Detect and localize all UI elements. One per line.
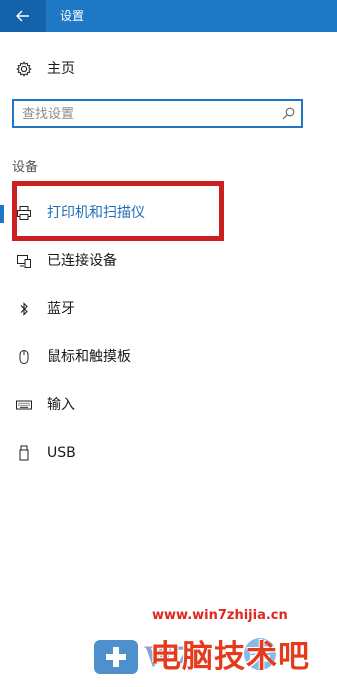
- nav-item-label: USB: [47, 445, 76, 461]
- usb-icon: [19, 445, 29, 461]
- home-link[interactable]: 主页: [0, 56, 337, 82]
- keyboard-icon: [16, 400, 32, 410]
- watermark-url: www.win7zhijia.cn: [152, 608, 288, 623]
- nav-item-label: 输入: [47, 397, 75, 413]
- nav-item-label: 鼠标和触摸板: [47, 349, 131, 365]
- gear-icon: [16, 61, 32, 77]
- back-button[interactable]: [0, 0, 46, 32]
- nav-item-bluetooth[interactable]: 蓝牙: [0, 294, 337, 324]
- nav-item-mouse-touchpad[interactable]: 鼠标和触摸板: [0, 342, 337, 372]
- nav-item-typing[interactable]: 输入: [0, 390, 337, 420]
- search-input[interactable]: [22, 105, 272, 123]
- home-label: 主页: [47, 61, 75, 77]
- nav-item-connected-devices[interactable]: 已连接设备: [0, 246, 337, 276]
- watermark-brand-text: 电脑技术吧: [150, 639, 310, 675]
- title-bar: 设置: [0, 0, 337, 32]
- bluetooth-icon: [20, 302, 28, 316]
- nav-item-label: 已连接设备: [47, 253, 117, 269]
- connected-devices-icon: [17, 255, 31, 268]
- section-title: 设备: [12, 160, 39, 175]
- back-arrow-icon: [16, 10, 29, 22]
- search-box[interactable]: [12, 99, 303, 128]
- highlight-box: [12, 181, 224, 241]
- window-title: 设置: [60, 9, 85, 23]
- search-icon: [282, 107, 295, 120]
- mouse-icon: [19, 350, 29, 364]
- active-indicator: [0, 205, 4, 223]
- nav-item-usb[interactable]: USB: [0, 438, 337, 468]
- nav-item-label: 蓝牙: [47, 301, 75, 317]
